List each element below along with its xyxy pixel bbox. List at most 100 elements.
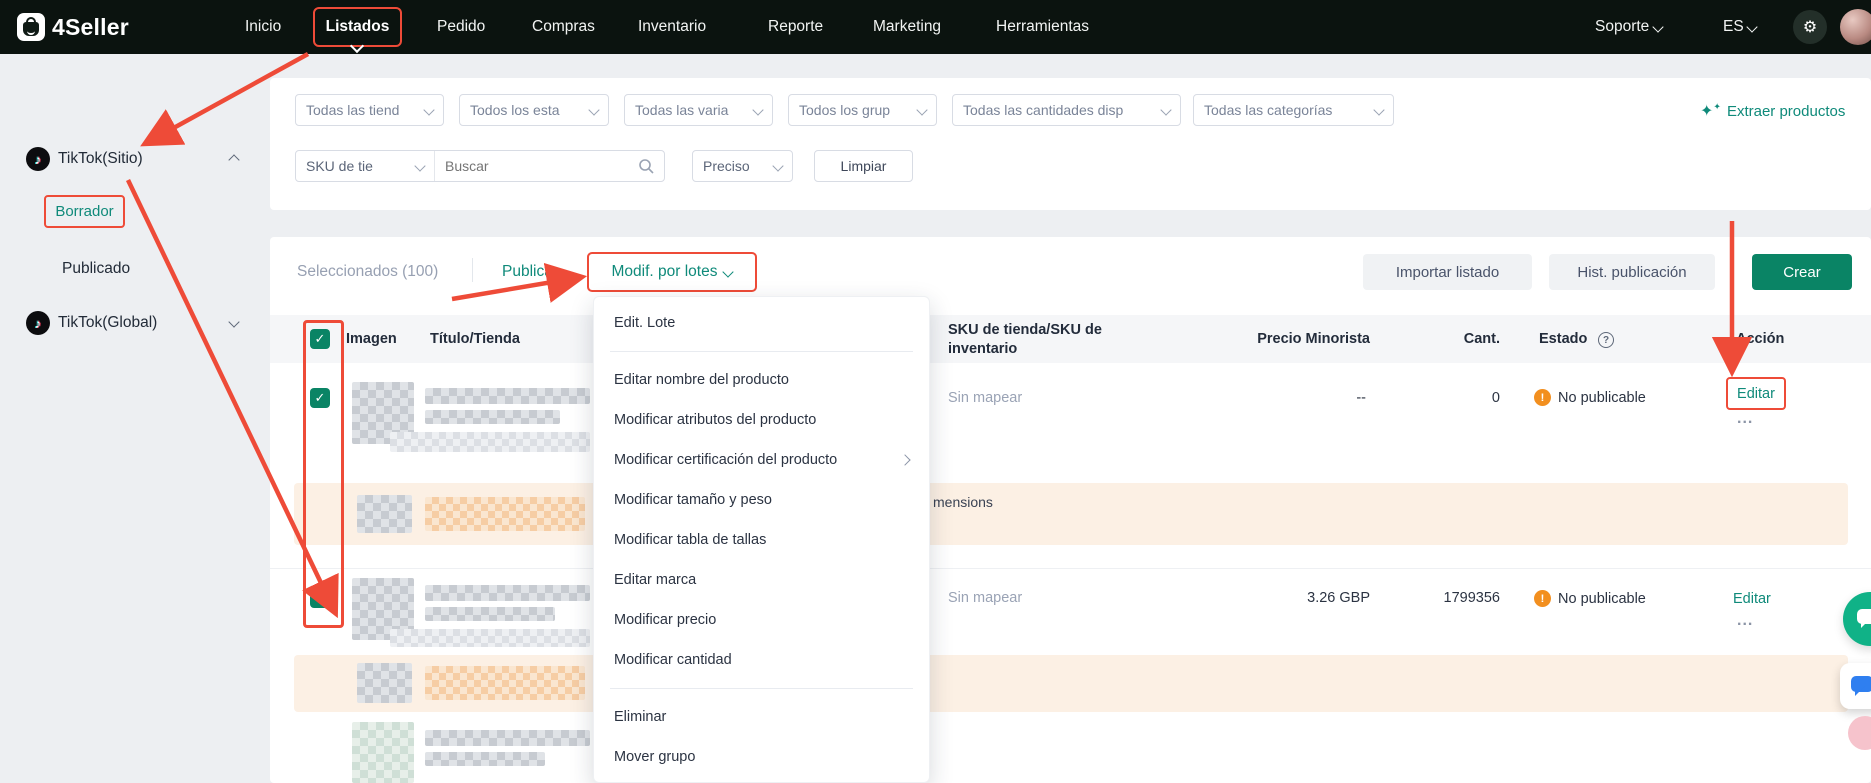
row-sku-value: Sin mapear bbox=[948, 390, 1022, 406]
publish-history-button[interactable]: Hist. publicación bbox=[1549, 254, 1715, 290]
chevron-down-icon bbox=[1373, 104, 1384, 115]
menu-item-eliminar[interactable]: Eliminar bbox=[594, 697, 929, 737]
publish-button[interactable]: Publicar bbox=[502, 263, 558, 281]
menu-item-modificar-tamano-peso[interactable]: Modificar tamaño y peso bbox=[594, 480, 929, 520]
menu-item-modificar-atributos[interactable]: Modificar atributos del producto bbox=[594, 400, 929, 440]
product-title-blurred bbox=[425, 607, 555, 621]
chevron-down-icon bbox=[723, 266, 734, 277]
brand-name: 4Seller bbox=[52, 0, 129, 54]
search-icon[interactable] bbox=[638, 151, 664, 181]
row-checkbox[interactable] bbox=[310, 388, 330, 408]
select-all-checkbox[interactable] bbox=[310, 329, 330, 349]
filter-stores-select[interactable]: Todas las tiend bbox=[295, 94, 444, 126]
create-button[interactable]: Crear bbox=[1752, 254, 1852, 290]
precise-match-select[interactable]: Preciso bbox=[692, 150, 793, 182]
chevron-down-icon[interactable] bbox=[228, 316, 239, 327]
product-title-blurred bbox=[425, 585, 590, 601]
chat-bubble-icon bbox=[1857, 609, 1871, 624]
sidebar-section-tiktok-global[interactable]: TikTok(Global) bbox=[58, 314, 157, 332]
menu-item-modificar-cantidad[interactable]: Modificar cantidad bbox=[594, 640, 929, 680]
row-price-value: -- bbox=[1300, 390, 1366, 406]
import-listing-button[interactable]: Importar listado bbox=[1363, 254, 1532, 290]
row-more-button[interactable]: ... bbox=[1737, 410, 1753, 428]
sidebar-item-publicado[interactable]: Publicado bbox=[62, 260, 130, 278]
nav-item-reporte[interactable]: Reporte bbox=[768, 0, 823, 54]
edit-action-link[interactable]: Editar bbox=[1733, 591, 1771, 607]
menu-item-editar-marca[interactable]: Editar marca bbox=[594, 560, 929, 600]
row-qty-value: 1799356 bbox=[1430, 590, 1500, 606]
menu-divider bbox=[610, 688, 913, 689]
menu-divider bbox=[610, 351, 913, 352]
nav-item-compras[interactable]: Compras bbox=[532, 0, 595, 54]
menu-item-modificar-precio[interactable]: Modificar precio bbox=[594, 600, 929, 640]
row-status-value: No publicable bbox=[1558, 591, 1646, 607]
row-price-value: 3.26 GBP bbox=[1270, 590, 1370, 606]
filter-quantities-select[interactable]: Todas las cantidades disp bbox=[952, 94, 1181, 126]
chevron-down-icon bbox=[772, 160, 783, 171]
menu-item-modificar-certificacion[interactable]: Modificar certificación del producto bbox=[594, 440, 929, 480]
menu-item-editar-nombre[interactable]: Editar nombre del producto bbox=[594, 360, 929, 400]
warning-icon: ! bbox=[1534, 389, 1551, 406]
product-title-blurred bbox=[425, 752, 545, 766]
gear-icon: ⚙ bbox=[1803, 17, 1817, 37]
row-checkbox[interactable] bbox=[310, 588, 330, 608]
nav-item-inventario[interactable]: Inventario bbox=[638, 0, 706, 54]
row-more-button[interactable]: ... bbox=[1737, 612, 1753, 630]
sidebar-section-tiktok-sitio[interactable]: TikTok(Sitio) bbox=[58, 150, 143, 168]
batch-edit-menu: Edit. Lote Editar nombre del producto Mo… bbox=[593, 296, 930, 783]
column-header-estado: Estado bbox=[1539, 331, 1587, 347]
chevron-down-icon bbox=[423, 104, 434, 115]
menu-item-modificar-tabla-tallas[interactable]: Modificar tabla de tallas bbox=[594, 520, 929, 560]
messenger-button[interactable] bbox=[1840, 663, 1871, 709]
row-status-value: No publicable bbox=[1558, 390, 1646, 406]
tiktok-icon bbox=[26, 311, 50, 335]
warning-text-blurred bbox=[425, 666, 585, 700]
product-title-blurred bbox=[425, 730, 590, 746]
chevron-down-icon bbox=[1652, 21, 1663, 32]
search-combo: SKU de tie bbox=[295, 150, 665, 182]
warning-thumb-blurred bbox=[357, 663, 412, 703]
sparkles-icon: ✦✦ bbox=[1700, 101, 1721, 121]
user-avatar[interactable] bbox=[1840, 9, 1871, 45]
search-input[interactable] bbox=[435, 151, 638, 181]
sidebar-item-borrador[interactable]: Borrador bbox=[44, 195, 125, 228]
clear-button[interactable]: Limpiar bbox=[814, 150, 913, 182]
menu-item-mover-grupo[interactable]: Mover grupo bbox=[594, 737, 929, 777]
search-field-type-select[interactable]: SKU de tie bbox=[296, 151, 435, 181]
status-help-icon[interactable]: ? bbox=[1598, 332, 1614, 348]
column-header-titulo-tienda: Título/Tienda bbox=[430, 331, 520, 347]
chevron-down-icon bbox=[588, 104, 599, 115]
nav-item-marketing[interactable]: Marketing bbox=[873, 0, 941, 54]
filter-status-select[interactable]: Todos los esta bbox=[459, 94, 609, 126]
edit-action-link[interactable]: Editar bbox=[1726, 377, 1786, 410]
product-title-blurred bbox=[425, 388, 590, 404]
sidebar: TikTok(Sitio) Borrador Publicado TikTok(… bbox=[0, 54, 250, 783]
support-menu[interactable]: Soporte bbox=[1595, 0, 1662, 54]
chevron-down-icon bbox=[414, 160, 425, 171]
row-divider bbox=[270, 568, 1871, 569]
filter-groups-select[interactable]: Todos los grup bbox=[788, 94, 937, 126]
warning-thumb-blurred bbox=[357, 495, 412, 533]
menu-item-edit-lote[interactable]: Edit. Lote bbox=[594, 303, 929, 343]
store-name-blurred bbox=[390, 432, 590, 452]
row-qty-value: 0 bbox=[1440, 390, 1500, 406]
nav-item-pedido[interactable]: Pedido bbox=[437, 0, 485, 54]
nav-item-inicio[interactable]: Inicio bbox=[245, 0, 281, 54]
top-navbar: 4Seller Inicio Listados Pedido Compras I… bbox=[0, 0, 1871, 54]
toolbar-divider bbox=[472, 258, 473, 282]
column-header-precio: Precio Minorista bbox=[1220, 331, 1370, 347]
nav-item-herramientas[interactable]: Herramientas bbox=[996, 0, 1089, 54]
language-menu[interactable]: ES bbox=[1723, 0, 1756, 54]
settings-button[interactable]: ⚙ bbox=[1793, 10, 1827, 44]
app-window: 4Seller Inicio Listados Pedido Compras I… bbox=[0, 0, 1871, 783]
filter-categories-select[interactable]: Todas las categorías bbox=[1193, 94, 1394, 126]
4seller-logo-icon bbox=[17, 13, 45, 41]
chevron-down-icon bbox=[916, 104, 927, 115]
chevron-up-icon[interactable] bbox=[228, 154, 239, 165]
chevron-down-icon bbox=[752, 104, 763, 115]
filter-variants-select[interactable]: Todas las varia bbox=[624, 94, 773, 126]
chat-bubble-icon bbox=[1851, 676, 1871, 692]
chevron-down-icon bbox=[1160, 104, 1171, 115]
batch-edit-dropdown-button[interactable]: Modif. por lotes bbox=[587, 252, 757, 292]
extract-products-link[interactable]: ✦✦ Extraer productos bbox=[1700, 101, 1845, 121]
